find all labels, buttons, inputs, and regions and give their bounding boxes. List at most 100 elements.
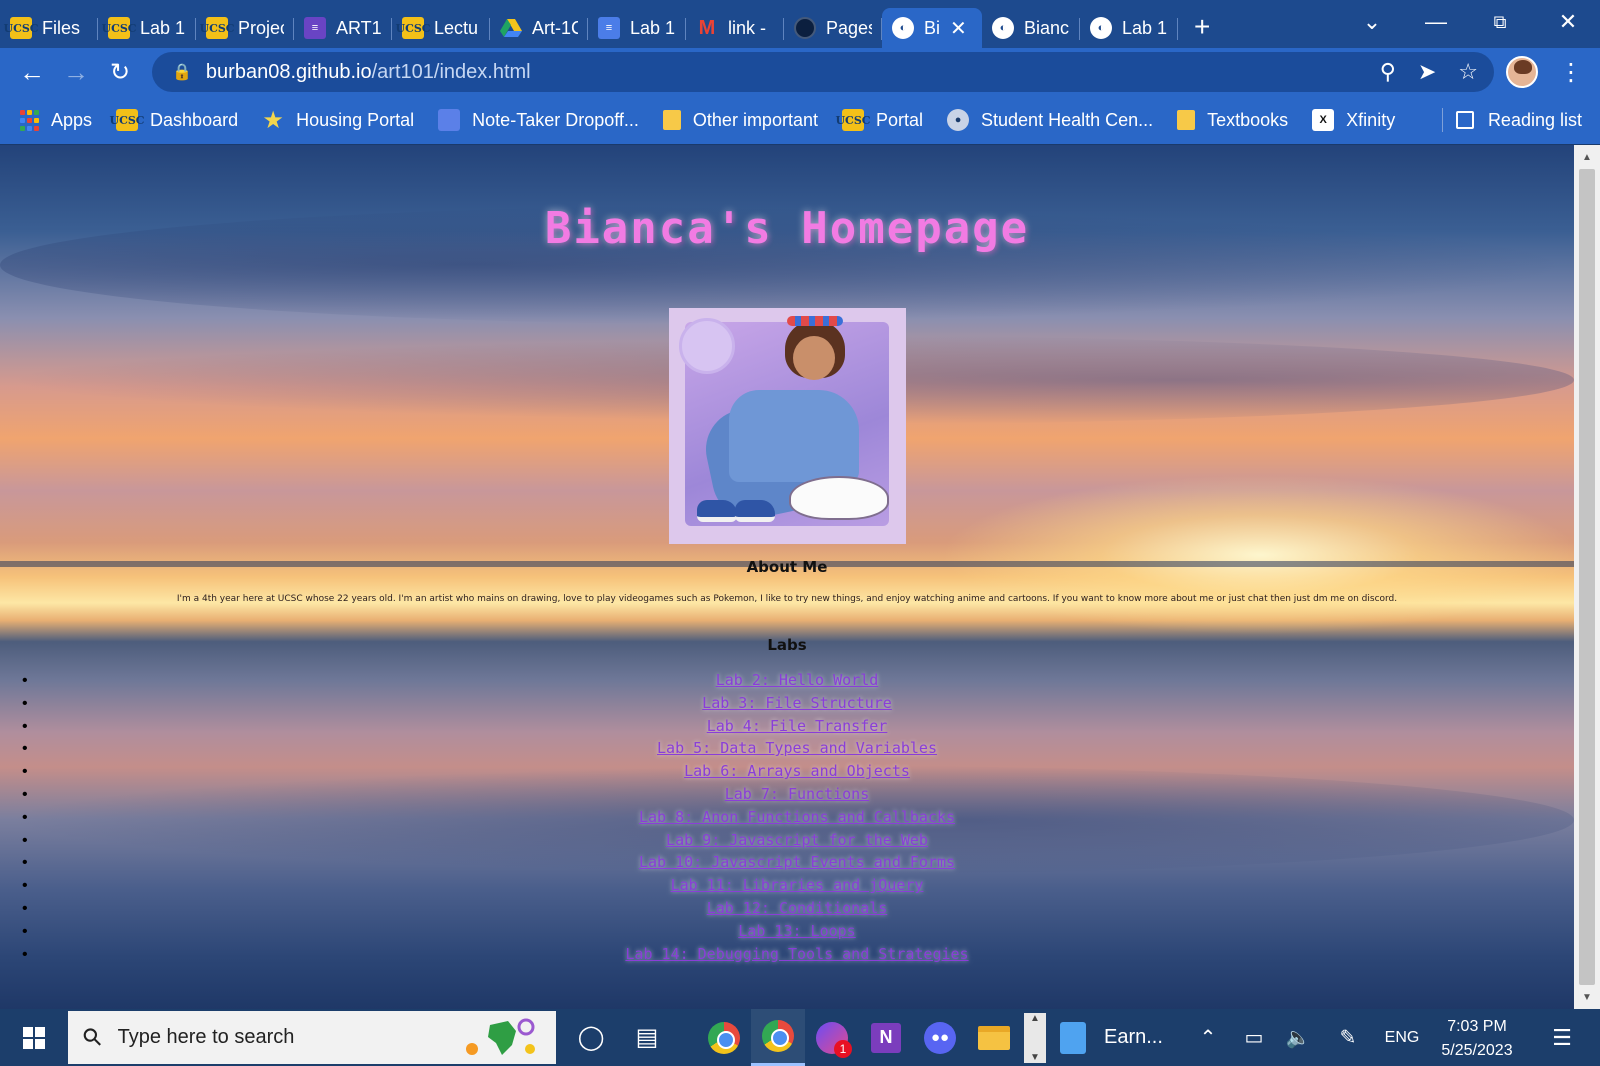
ucsc-icon: UCSC: [395, 17, 431, 39]
tab-4[interactable]: ≡ ART1C: [294, 8, 392, 48]
close-window-button[interactable]: ✕: [1536, 0, 1600, 44]
reading-list-button[interactable]: Reading list: [1455, 96, 1582, 144]
onenote-icon[interactable]: N: [859, 1009, 913, 1066]
page-scrollbar[interactable]: ▲ ▼: [1574, 145, 1600, 1009]
system-clock[interactable]: 7:03 PM 5/25/2023: [1428, 1015, 1526, 1063]
tab-11[interactable]: ◐ Bianc: [982, 8, 1080, 48]
lab-link-6[interactable]: Lab 7: Functions: [725, 785, 870, 803]
file-explorer-icon[interactable]: [967, 1009, 1021, 1066]
battery-icon[interactable]: ▭: [1236, 1009, 1272, 1066]
gmail-icon: M: [698, 16, 716, 39]
scrollbar-thumb[interactable]: [1579, 169, 1595, 985]
start-button[interactable]: [0, 1009, 68, 1066]
about-heading: About Me: [746, 558, 828, 576]
bookmark-label: Textbooks: [1207, 109, 1289, 130]
minimize-button[interactable]: —: [1404, 0, 1468, 44]
earn-label: Earn...: [1104, 1026, 1163, 1048]
earn-taskbar-button[interactable]: Earn...: [1060, 1009, 1163, 1066]
scroll-down-arrow-icon[interactable]: ▼: [1574, 985, 1600, 1009]
zoom-icon[interactable]: ⚲: [1380, 59, 1396, 85]
messenger-icon[interactable]: 1: [805, 1009, 859, 1066]
lab-link-12[interactable]: Lab 13: Loops: [738, 922, 855, 940]
lab-link-10[interactable]: Lab 11: Libraries and jQuery: [671, 876, 924, 894]
bookmarks-bar: Apps UCSC Dashboard ★ Housing Portal Note-Tak…: [0, 96, 1600, 144]
tab-2[interactable]: UCSC Lab 1: [98, 8, 196, 48]
tab-9[interactable]: Pages: [784, 8, 882, 48]
new-tab-button[interactable]: +: [1194, 11, 1210, 43]
forward-button[interactable]: →: [54, 50, 98, 94]
tab-8[interactable]: Mlink -: [686, 8, 784, 48]
bookmark-5[interactable]: Other important: [662, 110, 818, 131]
lab-link-4[interactable]: Lab 5: Data Types and Variables: [657, 739, 937, 757]
profile-avatar[interactable]: [1506, 56, 1538, 88]
show-hidden-icons-icon[interactable]: ⌃: [1190, 1009, 1226, 1066]
discord-icon[interactable]: ●●: [913, 1009, 967, 1066]
chrome-taskbar-icon[interactable]: [697, 1009, 751, 1066]
globe-icon: ◐: [992, 17, 1014, 39]
tab-title: Bi: [924, 17, 941, 38]
tab-search-chevron-icon[interactable]: ⌄: [1340, 0, 1404, 44]
tab-title: Lectu: [434, 17, 479, 38]
chrome-active-taskbar-icon[interactable]: [751, 1009, 805, 1066]
bookmark-3[interactable]: ★ Housing Portal: [262, 107, 414, 134]
tab-3[interactable]: UCSC Projec: [196, 8, 294, 48]
messenger-badge: 1: [834, 1039, 852, 1058]
language-indicator[interactable]: ENG: [1376, 1009, 1428, 1066]
bookmark-1[interactable]: Apps: [20, 109, 92, 131]
illustration-shoe: [735, 500, 775, 522]
lab-link-13[interactable]: Lab 14: Debugging Tools and Strategies: [625, 945, 968, 963]
bookmark-2[interactable]: UCSC Dashboard: [110, 109, 239, 131]
browser-menu-icon[interactable]: ⋮: [1556, 48, 1586, 96]
taskbar-overflow-scroll[interactable]: ▲ ▼: [1024, 1013, 1046, 1063]
tab-12[interactable]: ◐ Lab 1: [1080, 8, 1178, 48]
lab-link-7[interactable]: Lab 8: Anon Functions and Callbacks: [639, 808, 955, 826]
tab-title: Lab 1: [140, 17, 186, 38]
bookmark-star-icon[interactable]: ☆: [1458, 59, 1478, 85]
list-item: Lab 9: Javascript for the Web: [0, 831, 1574, 854]
labs-heading: Labs: [767, 636, 807, 654]
url-path: /art101/index.html: [371, 60, 531, 83]
browser-toolbar: ← → ↻ 🔒 burban08.github.io/art101/index.…: [0, 48, 1600, 96]
tab-10[interactable]: ◐ Bi ✕: [882, 8, 982, 48]
github-icon: [794, 17, 816, 39]
restore-button[interactable]: ⧉: [1468, 0, 1532, 44]
back-button[interactable]: ←: [10, 50, 54, 94]
bookmark-7[interactable]: ● Student Health Cen...: [947, 109, 1153, 131]
tab-6[interactable]: Art-1C: [490, 8, 588, 48]
lab-link-11[interactable]: Lab 12: Conditionals: [707, 899, 888, 917]
ucsc-icon: UCSC: [110, 109, 145, 131]
lab-link-8[interactable]: Lab 9: Javascript for the Web: [666, 831, 928, 849]
send-icon[interactable]: ➤: [1418, 59, 1436, 85]
lab-link-2[interactable]: Lab 3: File Structure: [702, 694, 892, 712]
tab-title: Bianc: [1024, 17, 1070, 38]
reload-button[interactable]: ↻: [98, 50, 142, 94]
address-bar[interactable]: 🔒 burban08.github.io/art101/index.html ⚲…: [152, 52, 1494, 92]
bookmark-6[interactable]: UCSC Portal: [835, 109, 923, 131]
lab-link-5[interactable]: Lab 6: Arrays and Objects: [684, 762, 910, 780]
bookmark-label: Dashboard: [150, 109, 239, 130]
list-item: Lab 3: File Structure: [0, 694, 1574, 717]
lab-link-1[interactable]: Lab 2: Hello World: [716, 671, 879, 689]
illustration-jacket: [729, 390, 859, 482]
tab-5[interactable]: UCSC Lectu: [392, 8, 490, 48]
taskbar-search-box[interactable]: ⚲ Type here to search: [68, 1011, 556, 1064]
close-tab-icon[interactable]: ✕: [950, 16, 967, 41]
bookmark-8[interactable]: Textbooks: [1177, 110, 1288, 131]
tab-1[interactable]: UCSC Files: [0, 8, 98, 48]
volume-icon[interactable]: 🔈: [1280, 1009, 1316, 1066]
bookmark-4[interactable]: Note-Taker Dropoff...: [438, 109, 639, 131]
bookmark-9[interactable]: X Xfinity: [1312, 109, 1395, 131]
notifications-icon[interactable]: ☰: [1538, 1009, 1586, 1066]
lab-link-9[interactable]: Lab 10: Javascript Events and Forms: [639, 853, 955, 871]
taskbar-search-placeholder: Type here to search: [117, 1026, 295, 1048]
bookmark-label: Note-Taker Dropoff...: [472, 109, 639, 130]
task-view-icon[interactable]: ▤: [620, 1009, 674, 1066]
scroll-up-arrow-icon[interactable]: ▲: [1574, 145, 1600, 169]
tab-title: link -: [728, 17, 767, 38]
windows-taskbar: ⚲ Type here to search ◯ ▤ 1 N ●● ▲ ▼ Earn…: [0, 1009, 1600, 1066]
lock-icon[interactable]: 🔒: [172, 62, 192, 82]
cortana-icon[interactable]: ◯: [564, 1009, 618, 1066]
lab-link-3[interactable]: Lab 4: File Transfer: [707, 717, 888, 735]
pen-icon[interactable]: ✎: [1330, 1009, 1366, 1066]
tab-7[interactable]: ≡ Lab 1: [588, 8, 686, 48]
